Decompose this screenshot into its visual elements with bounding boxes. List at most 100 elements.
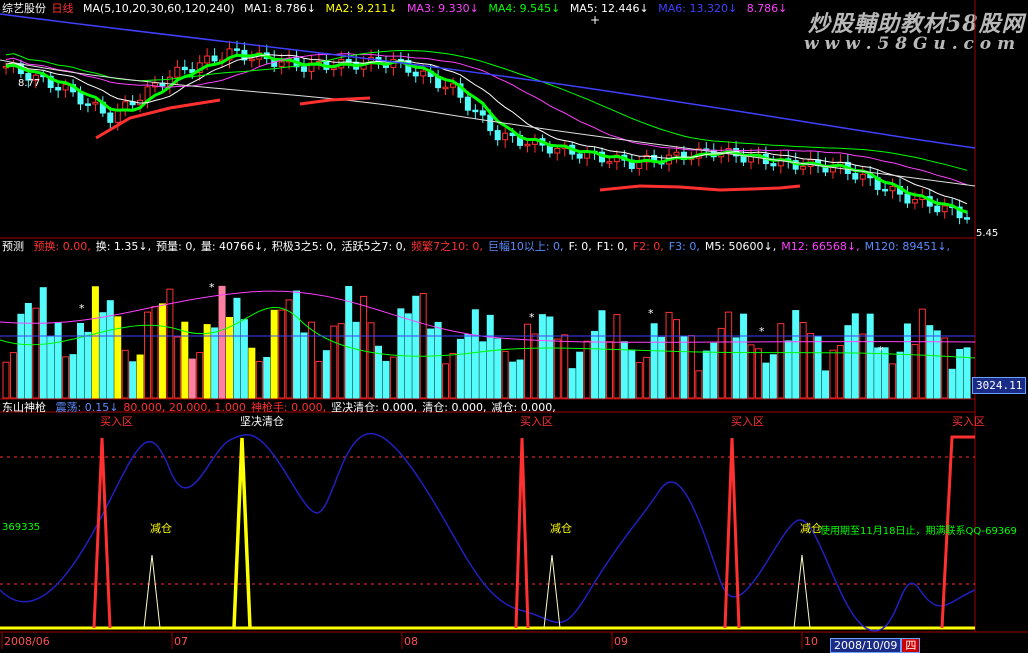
volume-bar — [196, 352, 204, 399]
volume-bar — [561, 334, 569, 399]
candle-body — [92, 101, 99, 105]
buy-spike — [723, 437, 741, 629]
volume-bar — [918, 308, 926, 399]
candle-body — [964, 217, 971, 220]
candle-body — [852, 173, 859, 180]
volume-bar — [352, 321, 360, 399]
indicator-header-item: 坚决清仓: 0.000, — [331, 401, 418, 414]
volume-bar — [233, 297, 241, 399]
candle-body — [420, 70, 427, 77]
volume-bar — [702, 350, 710, 399]
volume-bar — [9, 352, 17, 399]
volume-bar — [330, 325, 338, 399]
signal-segment-red — [95, 98, 221, 140]
buy-spike — [514, 437, 530, 629]
volume-bar — [166, 288, 174, 399]
candle-body — [554, 147, 561, 154]
volume-bar — [732, 337, 740, 399]
volume-bar — [226, 316, 233, 399]
buy-spike — [92, 437, 112, 629]
volume-bar — [710, 342, 718, 399]
volume-bar — [99, 312, 107, 399]
xaxis-label-jun: 2008/06 — [4, 635, 50, 648]
volume-bar — [39, 287, 47, 399]
volume-bar — [382, 360, 390, 399]
volume-header-item: M120: 89451↓, — [864, 240, 951, 253]
volume-bar — [255, 361, 263, 399]
right-price-label: 5.45 — [976, 228, 999, 239]
candle-body — [84, 103, 91, 106]
volume-bar — [427, 328, 435, 399]
volume-bar — [665, 311, 673, 399]
volume-bar — [546, 316, 554, 399]
volume-bar — [62, 356, 70, 399]
indicator-left-value: 369335 — [2, 522, 41, 533]
volume-bar — [322, 350, 330, 399]
candle-body — [301, 66, 307, 72]
volume-bar — [814, 336, 822, 399]
volume-star-2: * — [209, 281, 215, 294]
volume-bar — [211, 327, 219, 399]
chart-canvas[interactable]: + — [0, 0, 1028, 649]
volume-bar — [158, 303, 166, 399]
candle-body — [524, 143, 531, 147]
reduce-spike — [793, 554, 811, 629]
volume-bar — [792, 310, 800, 399]
cursor-date-box: 2008/10/09 四 — [830, 634, 921, 653]
volume-header-item: M12: 66568↓, — [781, 240, 860, 253]
volume-bar — [859, 333, 867, 399]
volume-bar — [591, 330, 599, 399]
candle-body — [941, 205, 948, 213]
volume-bar — [479, 341, 487, 399]
volume-bar — [524, 323, 531, 399]
volume-bar — [926, 325, 934, 399]
volume-bar — [628, 349, 636, 399]
cross-marker: + — [590, 13, 600, 27]
volume-bar — [77, 322, 84, 399]
indicator-title[interactable]: 东山神枪 — [2, 401, 46, 414]
reduce-label-1: 减仓 — [150, 522, 172, 535]
volume-bar — [494, 338, 502, 399]
sell-firm-spike — [232, 437, 252, 629]
candle-body — [174, 66, 181, 78]
candle-body — [107, 112, 114, 123]
volume-bar — [337, 323, 345, 399]
volume-bar — [434, 321, 442, 399]
volume-bar — [121, 349, 129, 399]
volume-bar — [389, 356, 397, 399]
volume-bar — [412, 295, 420, 399]
volume-header-item: 量: 40766↓, — [200, 240, 267, 253]
candle-body — [673, 151, 680, 156]
volume-bar — [762, 362, 770, 399]
volume-bar — [687, 335, 695, 399]
volume-star-1: * — [79, 302, 85, 315]
candle-body — [479, 110, 486, 116]
volume-bar — [829, 349, 837, 399]
xaxis-label-jul: 07 — [174, 635, 188, 648]
volume-header-item: 换: 1.35↓, — [95, 240, 152, 253]
volume-bar — [896, 351, 904, 399]
volume-title[interactable]: 预测 — [2, 240, 24, 253]
volume-header-item: 频繁7之10: 0, — [411, 240, 483, 253]
volume-bar — [360, 295, 368, 399]
volume-bar — [963, 347, 971, 399]
index-price-badge: 3024.11 — [972, 377, 1027, 394]
buy-zone-label-2: 买入区 — [520, 415, 553, 428]
signal-segment-red — [299, 96, 371, 106]
volume-bar — [240, 319, 248, 399]
volume-header-item: F: 0, — [568, 240, 592, 253]
volume-bar — [717, 327, 725, 399]
volume-bar — [91, 286, 99, 399]
candle-body — [487, 114, 494, 132]
volume-header-item: M5: 50600↓, — [704, 240, 777, 253]
volume-bar — [605, 341, 613, 399]
buy-zone-label-1: 买入区 — [100, 415, 133, 428]
candle-body — [450, 83, 456, 88]
volume-bar — [345, 285, 353, 399]
signal-segment-red — [599, 184, 801, 192]
buy-zone-label-3: 买入区 — [731, 415, 764, 428]
license-notice: 使用期至11月18日止，期满联系QQ-69369 — [820, 526, 1017, 537]
volume-bar — [442, 363, 450, 399]
volume-bar — [509, 361, 517, 399]
volume-bar — [69, 354, 77, 399]
